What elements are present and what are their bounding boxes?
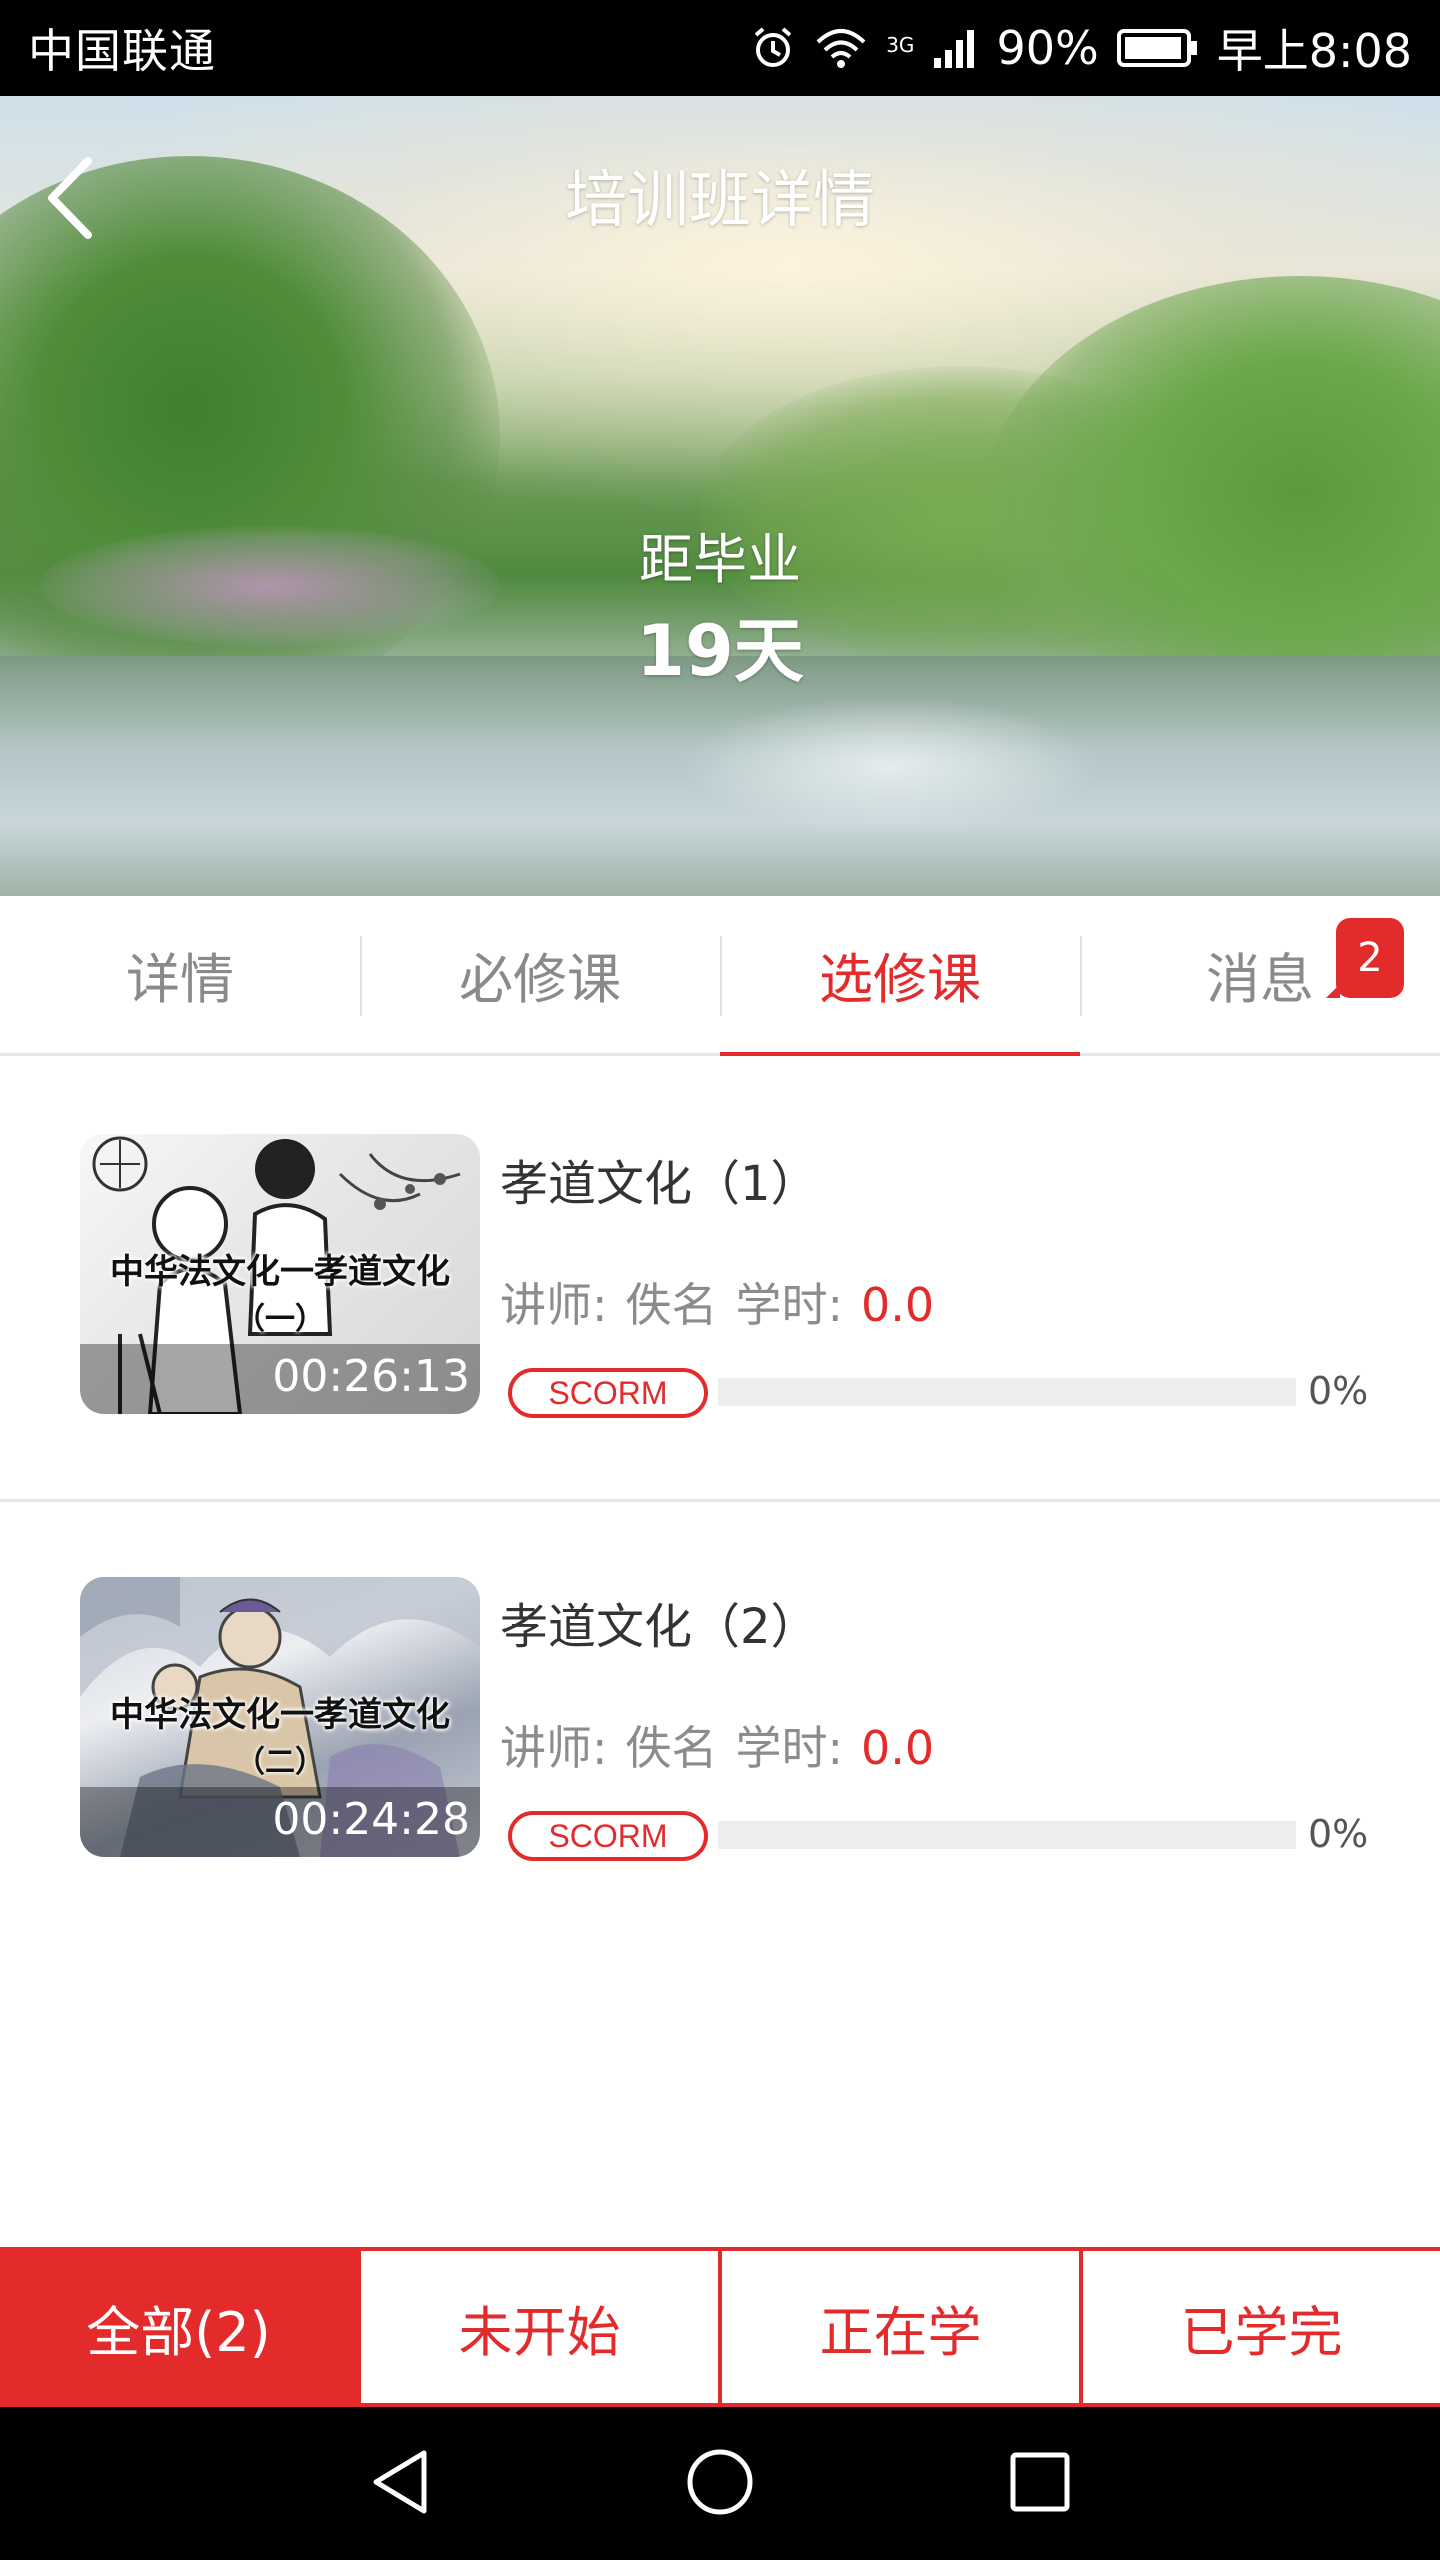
nav-home-button[interactable] [680, 2444, 760, 2524]
filter-not-started-button[interactable]: 未开始 [357, 2251, 718, 2403]
course-meta: 讲师: 佚名 学时: 0.0 [500, 1269, 934, 1335]
wifi-icon [814, 26, 868, 70]
video-duration: 00:26:13 [272, 1351, 470, 1402]
progress-percent: 0% [1308, 1369, 1369, 1413]
status-bar: 中国联通 3G 90% 早上8:08 [0, 0, 1440, 96]
course-item[interactable]: 中华法文化一孝道文化 （二） 00:24:28 孝道文化（2） 讲师: 佚名 学… [0, 1502, 1440, 1945]
clock: 早上8:08 [1216, 24, 1412, 78]
tab-required-courses[interactable]: 必修课 [360, 896, 720, 1053]
tab-messages[interactable]: 消息 2 [1080, 896, 1440, 1053]
course-type-badge: SCORM [508, 1368, 708, 1418]
back-triangle-icon [368, 2447, 432, 2521]
tab-bar: 详情 必修课 选修课 消息 2 [0, 896, 1440, 1056]
course-thumbnail[interactable]: 中华法文化一孝道文化 （二） 00:24:28 [80, 1577, 480, 1857]
system-nav-bar [0, 2407, 1440, 2560]
carrier-label: 中国联通 [28, 24, 216, 78]
alarm-icon [750, 25, 796, 71]
video-duration: 00:24:28 [272, 1794, 470, 1845]
thumbnail-subtitle: （二） [235, 1745, 325, 1780]
graduation-countdown-label: 距毕业 [639, 528, 801, 591]
lecturer-name: 佚名 [625, 1278, 718, 1332]
tab-details[interactable]: 详情 [0, 896, 360, 1053]
page-title: 培训班详情 [564, 163, 875, 236]
home-circle-icon [685, 2447, 755, 2521]
tab-label: 消息 [1206, 948, 1314, 1011]
tab-label: 必修课 [459, 948, 621, 1011]
progress-bar [718, 1821, 1296, 1849]
course-type-badge: SCORM [508, 1811, 708, 1861]
hours-value: 0.0 [861, 1721, 935, 1775]
nav-back-button[interactable] [360, 2444, 440, 2524]
hero-reflection [680, 696, 1100, 836]
graduation-countdown-value: 19天 [636, 610, 804, 692]
progress-percent: 0% [1308, 1812, 1369, 1856]
course-title[interactable]: 孝道文化（2） [500, 1587, 819, 1657]
tab-label: 选修课 [819, 948, 981, 1011]
message-count-badge: 2 [1326, 918, 1404, 998]
tab-label: 详情 [126, 948, 234, 1011]
recents-square-icon [1008, 2450, 1072, 2518]
tab-elective-courses[interactable]: 选修课 [720, 896, 1080, 1056]
battery-icon [1116, 28, 1199, 68]
course-item[interactable]: 中华法文化一孝道文化 （一） 00:26:13 孝道文化（1） 讲师: 佚名 学… [0, 1059, 1440, 1502]
signal-icon [932, 26, 978, 70]
lecturer-label: 讲师: [500, 1721, 608, 1775]
status-icons: 3G 90% 早上8:08 [750, 15, 1412, 81]
hours-label: 学时: [735, 1278, 844, 1332]
hours-value: 0.0 [861, 1278, 935, 1332]
thumbnail-title: 中华法文化一孝道文化 [110, 1252, 450, 1292]
battery-percent: 90% [996, 21, 1099, 75]
course-title[interactable]: 孝道文化（1） [500, 1144, 819, 1214]
lecturer-label: 讲师: [500, 1278, 608, 1332]
course-thumbnail[interactable]: 中华法文化一孝道文化 （一） 00:26:13 [80, 1134, 480, 1414]
progress-bar [718, 1378, 1296, 1406]
network-type: 3G [886, 33, 915, 57]
filter-in-progress-button[interactable]: 正在学 [718, 2251, 1079, 2403]
course-meta: 讲师: 佚名 学时: 0.0 [500, 1712, 934, 1778]
nav-recents-button[interactable] [1000, 2444, 1080, 2524]
status-filter-bar: 全部(2) 未开始 正在学 已学完 [0, 2247, 1440, 2407]
app-screen: 中国联通 3G 90% 早上8:08 培训班详情 距毕业 19天 详情 必修课 … [0, 0, 1440, 2560]
filter-all-button[interactable]: 全部(2) [0, 2251, 357, 2403]
hours-label: 学时: [735, 1721, 844, 1775]
filter-completed-button[interactable]: 已学完 [1079, 2251, 1440, 2403]
thumbnail-title: 中华法文化一孝道文化 [110, 1695, 450, 1735]
thumbnail-subtitle: （一） [235, 1302, 325, 1337]
lecturer-name: 佚名 [625, 1721, 718, 1775]
course-list: 中华法文化一孝道文化 （一） 00:26:13 孝道文化（1） 讲师: 佚名 学… [0, 1059, 1440, 1945]
